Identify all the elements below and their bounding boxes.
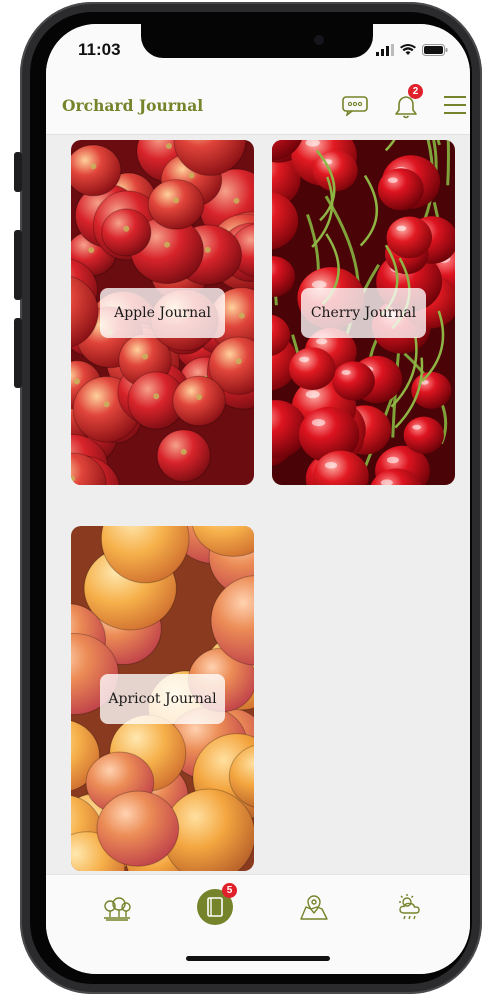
- notification-badge: 2: [408, 84, 423, 99]
- home-indicator: [186, 956, 330, 961]
- screen: 11:03 Orchard Journal 2 Apple Journal Ch…: [46, 24, 470, 974]
- journal-tab-badge: 5: [222, 883, 237, 898]
- status-time: 11:03: [78, 40, 121, 59]
- journal-grid: Apple Journal Cherry Journal Apricot Jou…: [46, 134, 470, 874]
- weather-tab-icon[interactable]: [396, 893, 424, 921]
- app-header: Orchard Journal 2: [46, 70, 470, 135]
- mute-switch: [14, 152, 22, 192]
- notch: [141, 24, 373, 58]
- journal-card-label: Apricot Journal: [100, 674, 225, 724]
- volume-up-button: [14, 230, 22, 300]
- signal-icon: [376, 44, 394, 56]
- wifi-icon: [400, 44, 416, 55]
- chat-bubble-icon[interactable]: [342, 96, 368, 116]
- journal-card-label: Apple Journal: [100, 288, 225, 338]
- app-title: Orchard Journal: [62, 96, 204, 115]
- system-icons: [376, 44, 448, 56]
- journal-card-apricot[interactable]: Apricot Journal: [71, 526, 254, 871]
- journal-card-label: Cherry Journal: [301, 288, 426, 338]
- battery-icon: [422, 44, 448, 56]
- map-tab-icon[interactable]: [300, 895, 328, 921]
- journal-card-cherry[interactable]: Cherry Journal: [272, 140, 455, 485]
- volume-down-button: [14, 318, 22, 388]
- orchard-tab-icon[interactable]: [102, 897, 132, 921]
- menu-icon[interactable]: [444, 96, 466, 114]
- journal-card-apple[interactable]: Apple Journal: [71, 140, 254, 485]
